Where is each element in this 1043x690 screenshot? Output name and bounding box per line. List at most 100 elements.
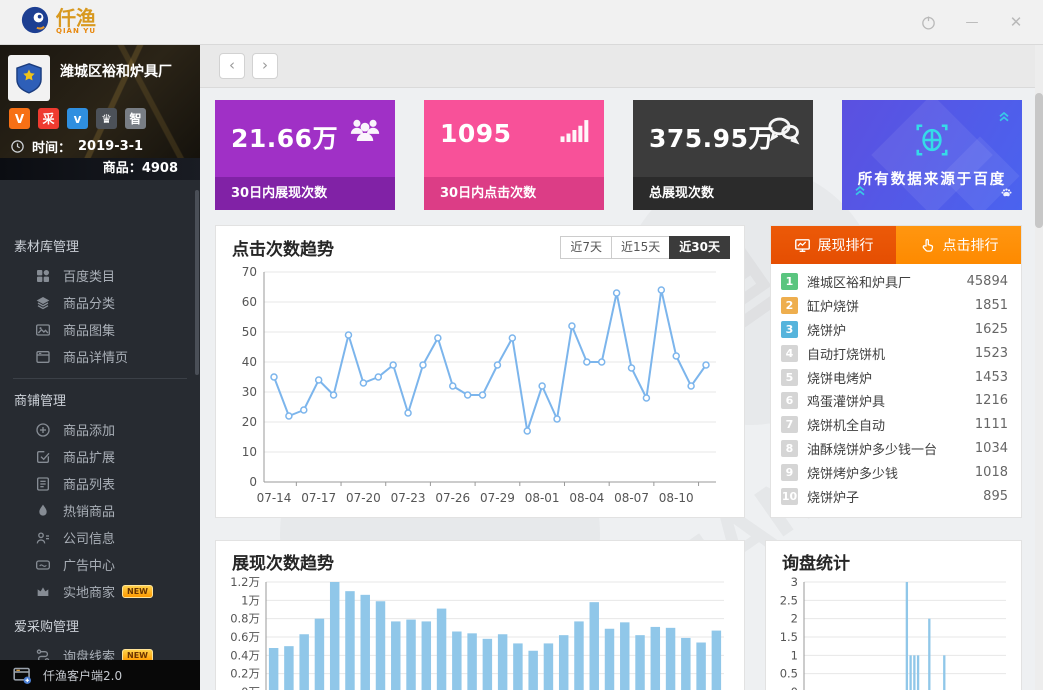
client-window-icon [13, 667, 31, 684]
minimize-button[interactable]: — [963, 13, 981, 31]
route-icon [36, 648, 50, 660]
paw-icon [1001, 188, 1012, 197]
rank-keyword: 缸炉烧饼 [807, 300, 860, 316]
rank-number-badge: 5 [781, 368, 798, 386]
rank-number-badge: 8 [781, 439, 798, 457]
sidebar-scrollbar-thumb[interactable] [195, 190, 199, 375]
fish-logo-icon [20, 5, 50, 39]
impression-trend-panel: 展现次数趋势 0万 0.2万 0.4万 0.6万 0.8万 1万 1.2万 [215, 540, 745, 690]
product-label: 商品： [102, 161, 142, 176]
rank-keyword: 烧饼机全自动 [807, 419, 886, 435]
svg-text:70: 70 [242, 265, 257, 279]
fish-logo-icon [21, 6, 49, 34]
range-button-近15天[interactable]: 近15天 [611, 236, 671, 259]
time-value: 2019-3-1 [78, 139, 144, 154]
rank-value: 45894 [966, 274, 1008, 290]
sidebar-item-2-0[interactable]: 询盘线索 NEW [0, 642, 200, 660]
svg-text:07-29: 07-29 [480, 491, 515, 505]
rank-row: 4 自动打烧饼机 1523 [781, 341, 1008, 365]
range-button-近7天[interactable]: 近7天 [560, 236, 613, 259]
crown-badge: ♛ [96, 108, 117, 129]
sidebar-item-1-6[interactable]: 实地商家 NEW [0, 578, 200, 605]
v-badge: V [9, 108, 30, 129]
baidu-source-banner[interactable]: 所有数据来源于百度 [842, 100, 1022, 210]
inquiry-stats-title: 询盘统计 [782, 554, 850, 574]
svg-text:50: 50 [242, 325, 257, 339]
cai-badge: 采 [38, 108, 59, 129]
rank-number-badge: 2 [781, 297, 798, 315]
svg-text:0: 0 [791, 685, 798, 690]
svg-text:0万: 0万 [241, 685, 260, 690]
sidebar-item-1-1[interactable]: 商品扩展 [0, 443, 200, 470]
back-button[interactable]: ‹ [219, 53, 245, 79]
stat-card-0: 21.66万 30日内展现次数 [215, 100, 395, 210]
double-chevron-up-icon [999, 111, 1009, 122]
list-doc-icon [37, 476, 49, 491]
rank-value: 1216 [974, 393, 1008, 409]
rank-keyword: 烧饼烤炉多少钱 [807, 466, 899, 482]
sidebar-item-label: 询盘线索 [63, 650, 116, 660]
rank-row: 2 缸炉烧饼 1851 [781, 294, 1008, 318]
svg-text:1.2万: 1.2万 [230, 576, 260, 589]
chat-bubbles-icon [768, 117, 800, 145]
date-range-buttons: 近7天 近15天 近30天 [560, 236, 730, 259]
range-button-近30天[interactable]: 近30天 [669, 236, 730, 259]
menu-section-title: 商铺管理 [14, 394, 67, 409]
sidebar-item-1-4[interactable]: 公司信息 [0, 524, 200, 551]
sidebar-item-1-3[interactable]: 热销商品 [0, 497, 200, 524]
svg-text:07-26: 07-26 [435, 491, 470, 505]
rank-tab-0[interactable]: 展现排行 [771, 226, 896, 264]
globe-target-icon [916, 123, 948, 156]
users-icon [350, 119, 380, 142]
sidebar-item-0-3[interactable]: 商品详情页 [0, 343, 200, 370]
svg-text:0.8万: 0.8万 [230, 612, 260, 626]
sidebar-item-0-1[interactable]: 商品分类 [0, 289, 200, 316]
profile-section: 潍城区裕和炉具厂 V 采 v ♛ 智 时间： 2019-3-1 [0, 45, 200, 158]
main-scrollbar-track[interactable] [1035, 45, 1043, 690]
rank-number-badge: 7 [781, 416, 798, 434]
image-icon [36, 323, 50, 336]
menu-section-title: 素材库管理 [14, 240, 80, 255]
sidebar-item-0-2[interactable]: 商品图集 [0, 316, 200, 343]
stat-label: 30日内点击次数 [424, 177, 604, 210]
rank-number-badge: 1 [781, 273, 798, 291]
svg-text:2: 2 [791, 612, 798, 626]
sidebar-item-label: 商品分类 [63, 297, 116, 312]
rank-keyword: 烧饼电烤炉 [807, 371, 873, 387]
main-scrollbar-thumb[interactable] [1035, 93, 1043, 228]
client-footer-bar: 仟渔客户端2.0 [0, 660, 200, 690]
company-name: 潍城区裕和炉具厂 [60, 64, 172, 80]
svg-text:0.4万: 0.4万 [230, 648, 260, 662]
sidebar-item-0-0[interactable]: 百度类目 [0, 262, 200, 289]
svg-text:1万: 1万 [241, 593, 260, 607]
rank-number-badge: 9 [781, 463, 798, 481]
svg-text:1.5: 1.5 [780, 630, 798, 644]
svg-text:40: 40 [242, 355, 257, 369]
dashboard-content: 21.66万 30日内展现次数 1095 30日内点击次数 375.95万 总展现次数 所有… [215, 89, 1022, 690]
time-label: 时间： [32, 141, 72, 156]
theme-button[interactable] [919, 13, 937, 31]
svg-text:3: 3 [791, 576, 798, 589]
rank-number-badge: 10 [781, 487, 798, 505]
clock-icon [10, 139, 25, 154]
sidebar-item-label: 热销商品 [63, 505, 116, 520]
forward-button[interactable]: › [252, 53, 278, 79]
rank-tab-1[interactable]: 点击排行 [896, 226, 1021, 264]
rank-row: 5 烧饼电烤炉 1453 [781, 365, 1008, 389]
close-button[interactable]: ✕ [1007, 13, 1025, 31]
svg-text:0: 0 [249, 475, 257, 489]
rank-value: 1851 [974, 298, 1008, 314]
rank-value: 1111 [974, 417, 1008, 433]
sidebar-item-1-0[interactable]: 商品添加 [0, 416, 200, 443]
titlebar: 仟渔 QIAN YU — ✕ [0, 0, 1043, 45]
svg-text:20: 20 [242, 415, 257, 429]
rank-number-badge: 3 [781, 320, 798, 338]
sidebar-item-1-5[interactable]: 广告中心 [0, 551, 200, 578]
rank-keyword: 烧饼炉子 [807, 490, 860, 506]
rank-keyword: 鸡蛋灌饼炉具 [807, 395, 886, 411]
svg-text:07-14: 07-14 [257, 491, 292, 505]
sidebar-item-1-2[interactable]: 商品列表 [0, 470, 200, 497]
sidebar-item-label: 商品详情页 [63, 351, 129, 366]
ranking-panel: 展现排行 点击排行 1 潍城区裕和炉具厂 45894 2 缸炉烧饼 1851 3 烧饼炉 1625… [770, 225, 1022, 518]
sidebar-item-label: 公司信息 [63, 532, 116, 547]
